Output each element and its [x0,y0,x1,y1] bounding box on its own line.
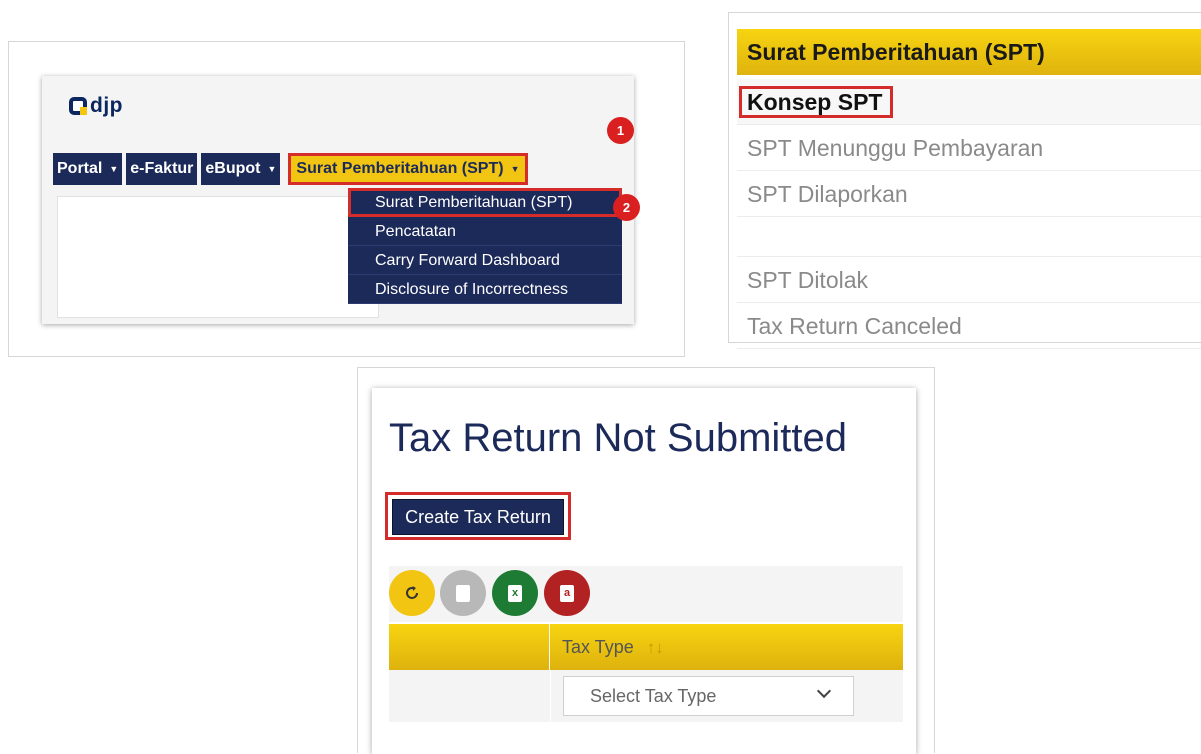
table-filter-row: Select Tax Type [389,670,903,722]
caret-down-icon: ▼ [510,164,520,174]
column-header-tax-type-label: Tax Type [562,637,634,657]
djp-logo-icon [69,97,87,115]
document-icon [456,584,470,602]
menu-item-konsep-spt-label: Konsep SPT [739,86,894,118]
tax-return-screenshot-panel: Tax Return Not Submitted Create Tax Retu… [357,367,935,754]
spt-dropdown-menu: Surat Pemberitahuan (SPT) Pencatatan Car… [348,188,622,304]
table-toolbar: x a [389,566,903,622]
dropdown-item-carry-forward[interactable]: Carry Forward Dashboard [348,246,622,275]
djp-logo-text: djp [90,94,123,117]
menu-item-spt-dilaporkan[interactable]: SPT Dilaporkan [737,171,1201,217]
nav-portal-label: Portal [57,160,103,177]
document-button[interactable] [440,570,486,616]
sort-icon[interactable]: ↑↓ [647,638,664,657]
caret-down-icon: ▼ [109,164,119,174]
page-content-area [57,196,379,318]
create-tax-return-highlight: Create Tax Return [385,492,571,540]
menu-item-tax-return-canceled[interactable]: Tax Return Canceled [737,303,1201,349]
export-excel-button[interactable]: x [492,570,538,616]
create-tax-return-button[interactable]: Create Tax Return [392,499,564,535]
column-header-tax-type[interactable]: Tax Type ↑↓ [550,624,903,670]
tax-type-select-value: Select Tax Type [590,686,717,706]
spt-menu-header: Surat Pemberitahuan (SPT) [737,29,1201,75]
page-title: Tax Return Not Submitted [389,416,847,460]
spt-side-menu: Konsep SPT SPT Menunggu Pembayaran SPT D… [737,79,1201,349]
chevron-down-icon [816,683,832,699]
column-header-empty [389,624,550,670]
pdf-icon: a [560,584,574,602]
tax-return-card: Tax Return Not Submitted Create Tax Retu… [372,388,916,754]
nav-efaktur[interactable]: e-Faktur [126,153,198,185]
nav-spt-label: Surat Pemberitahuan (SPT) [296,160,504,177]
menu-item-spt-ditolak[interactable]: SPT Ditolak [737,257,1201,303]
refresh-icon [406,586,418,599]
dropdown-item-pencatatan[interactable]: Pencatatan [348,217,622,246]
nav-ebupot[interactable]: eBupot ▼ [201,153,281,185]
menu-item-blank [737,217,1201,257]
dropdown-item-spt[interactable]: Surat Pemberitahuan (SPT) [348,188,622,217]
navigation-screenshot-panel: djp Portal ▼ e-Faktur eBupot ▼ Surat Pem… [8,41,685,357]
dropdown-item-disclosure[interactable]: Disclosure of Incorrectness [348,275,622,304]
spt-menu-screenshot-panel: Surat Pemberitahuan (SPT) Konsep SPT SPT… [728,12,1201,349]
export-pdf-button[interactable]: a [544,570,590,616]
tax-return-table: Tax Type ↑↓ Select Tax Type [389,624,903,722]
nav-efaktur-label: e-Faktur [130,160,194,177]
step-badge-2: 2 [613,194,640,221]
main-navbar: Portal ▼ e-Faktur eBupot ▼ Surat Pemberi… [53,153,532,185]
caret-down-icon: ▼ [267,164,277,174]
djp-logo[interactable]: djp [69,94,123,118]
nav-ebupot-label: eBupot [205,160,261,177]
filter-cell-empty [389,670,551,722]
menu-item-konsep-spt[interactable]: Konsep SPT [737,79,1201,125]
nav-spt[interactable]: Surat Pemberitahuan (SPT) ▼ [288,153,528,185]
nav-portal[interactable]: Portal ▼ [53,153,123,185]
menu-item-spt-menunggu-pembayaran[interactable]: SPT Menunggu Pembayaran [737,125,1201,171]
excel-icon: x [508,584,522,602]
step-badge-1: 1 [607,117,634,144]
refresh-button[interactable] [389,570,435,616]
djp-portal-header: djp Portal ▼ e-Faktur eBupot ▼ Surat Pem… [42,76,634,324]
table-header-row: Tax Type ↑↓ [389,624,903,670]
tax-type-select[interactable]: Select Tax Type [563,676,854,716]
